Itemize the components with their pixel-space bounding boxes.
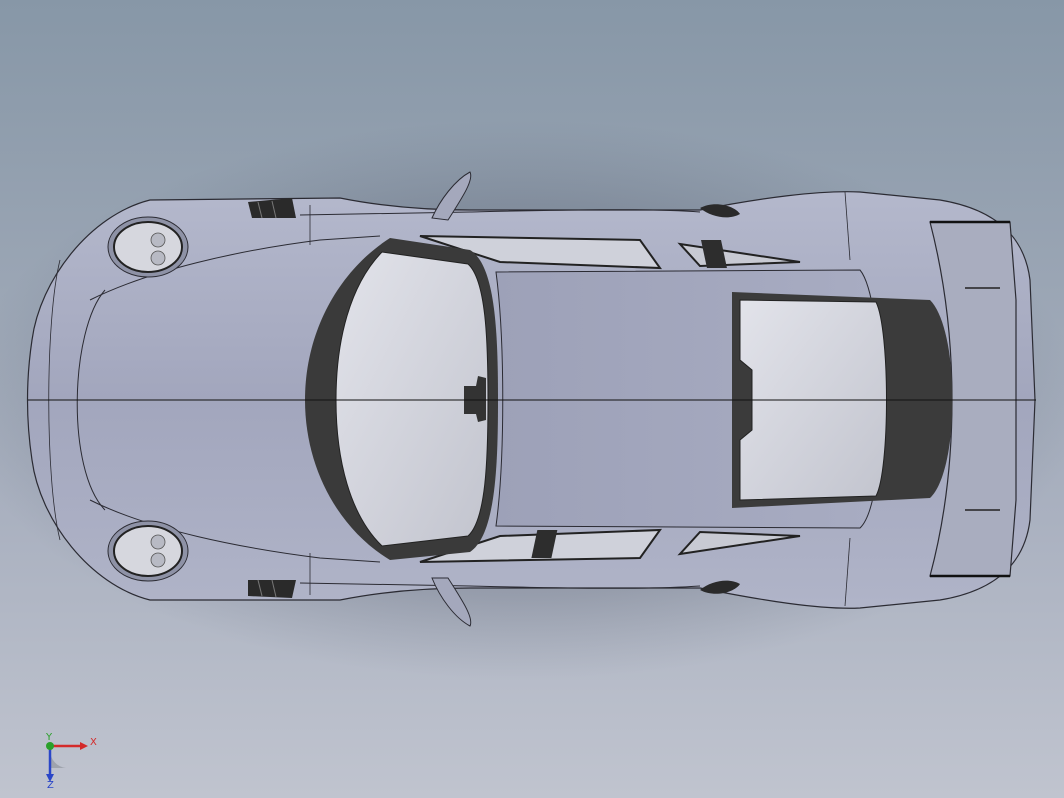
triad-shadow-arc	[49, 750, 66, 768]
y-axis-label: Y	[45, 732, 53, 743]
y-axis-dot	[46, 742, 54, 750]
fender-vent-right	[248, 579, 296, 598]
car-model-top-view[interactable]	[0, 0, 1064, 798]
z-axis-label: Z	[47, 780, 54, 788]
x-axis-label: X	[90, 737, 97, 748]
graphics-viewport[interactable]: X Y Z	[0, 0, 1064, 798]
headlight-right[interactable]	[107, 520, 189, 582]
x-axis-head	[80, 742, 88, 750]
coordinate-triad[interactable]: X Y Z	[36, 728, 100, 788]
headlight-left[interactable]	[107, 216, 189, 278]
